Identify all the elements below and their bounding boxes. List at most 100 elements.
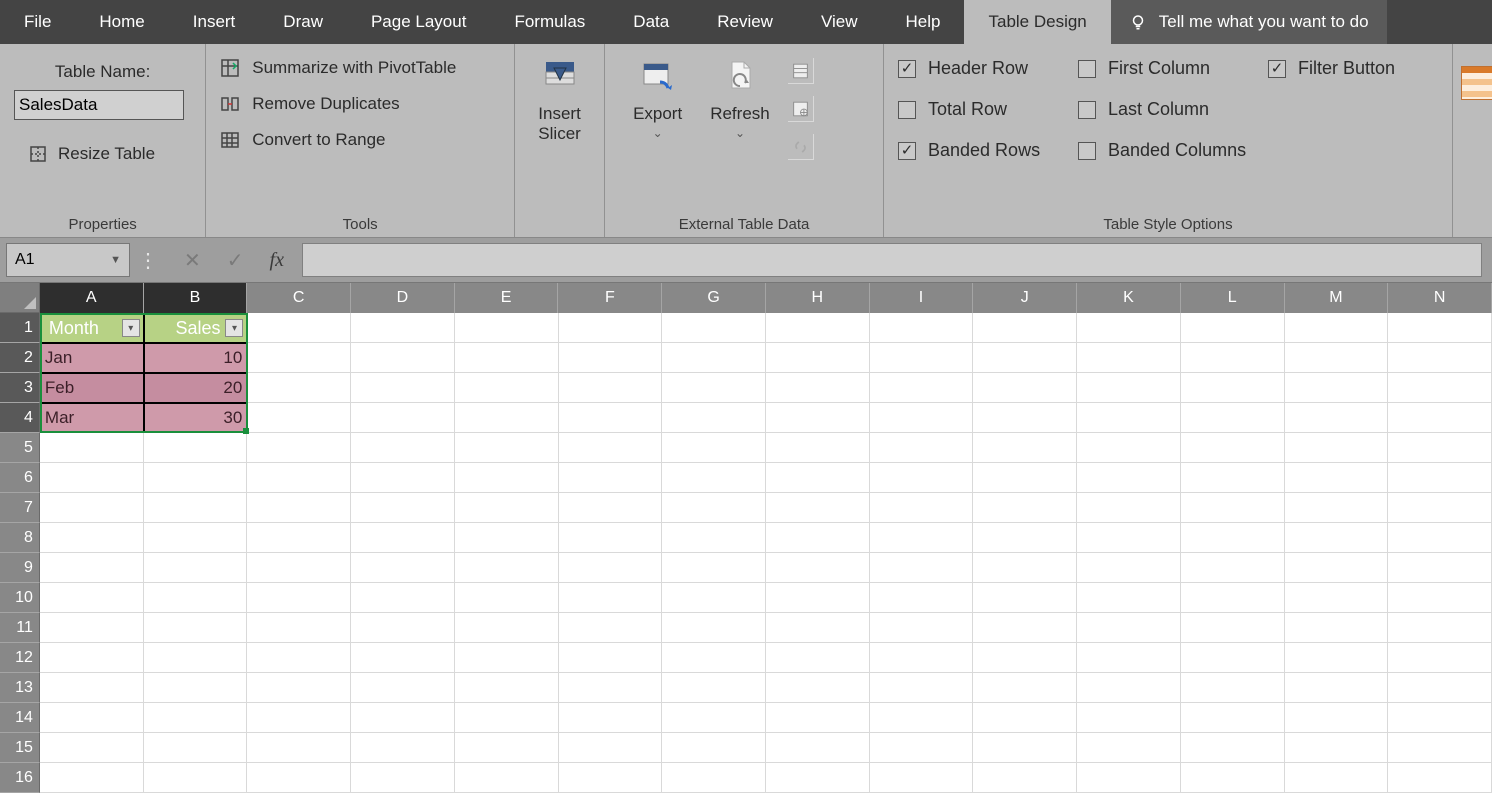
cell[interactable] xyxy=(973,703,1077,733)
col-F[interactable]: F xyxy=(558,283,662,313)
cell[interactable] xyxy=(973,313,1077,343)
cell[interactable]: 30 xyxy=(144,403,248,433)
cell[interactable]: Mar xyxy=(40,403,144,433)
cell[interactable] xyxy=(247,463,351,493)
cell[interactable] xyxy=(973,553,1077,583)
cell[interactable] xyxy=(1388,733,1492,763)
cell[interactable] xyxy=(1181,583,1285,613)
cell[interactable] xyxy=(351,553,455,583)
cell[interactable] xyxy=(766,403,870,433)
cell[interactable] xyxy=(1077,763,1181,793)
cell[interactable] xyxy=(766,523,870,553)
cell[interactable] xyxy=(766,463,870,493)
cell[interactable] xyxy=(559,463,663,493)
cell[interactable] xyxy=(766,553,870,583)
cell[interactable] xyxy=(973,433,1077,463)
cell[interactable] xyxy=(351,583,455,613)
cell[interactable] xyxy=(455,493,559,523)
cell[interactable] xyxy=(1181,703,1285,733)
cell[interactable]: Month xyxy=(40,313,144,343)
cell[interactable] xyxy=(40,493,144,523)
col-E[interactable]: E xyxy=(455,283,559,313)
cell[interactable] xyxy=(766,433,870,463)
cell[interactable] xyxy=(973,523,1077,553)
col-G[interactable]: G xyxy=(662,283,766,313)
col-K[interactable]: K xyxy=(1077,283,1181,313)
cell[interactable] xyxy=(1388,523,1492,553)
cell[interactable] xyxy=(351,373,455,403)
cell[interactable] xyxy=(351,313,455,343)
insert-slicer-button[interactable]: InsertSlicer xyxy=(529,52,590,145)
table-style-thumbnail[interactable] xyxy=(1461,66,1492,100)
cell[interactable] xyxy=(662,733,766,763)
cell[interactable] xyxy=(662,373,766,403)
properties-icon-button[interactable] xyxy=(788,58,814,84)
cell[interactable] xyxy=(1181,463,1285,493)
tab-home[interactable]: Home xyxy=(75,0,168,44)
cell[interactable] xyxy=(973,343,1077,373)
cell[interactable] xyxy=(870,583,974,613)
filter-dropdown-icon[interactable] xyxy=(122,319,140,337)
cell[interactable] xyxy=(662,763,766,793)
cell[interactable] xyxy=(973,763,1077,793)
cell[interactable] xyxy=(351,733,455,763)
cell[interactable] xyxy=(40,553,144,583)
cell[interactable] xyxy=(870,433,974,463)
cell[interactable] xyxy=(1388,703,1492,733)
cell[interactable] xyxy=(1077,613,1181,643)
cell[interactable] xyxy=(973,373,1077,403)
row-11[interactable]: 11 xyxy=(0,613,40,643)
cell[interactable] xyxy=(870,343,974,373)
name-box[interactable]: A1 ▼ xyxy=(6,243,130,277)
cell[interactable] xyxy=(559,553,663,583)
cell[interactable] xyxy=(1388,583,1492,613)
cell[interactable] xyxy=(1388,463,1492,493)
cell[interactable] xyxy=(40,613,144,643)
cell[interactable] xyxy=(870,553,974,583)
open-in-browser-icon-button[interactable] xyxy=(788,96,814,122)
cell[interactable] xyxy=(766,763,870,793)
refresh-button[interactable]: Refresh ⌄ xyxy=(696,52,784,140)
row-10[interactable]: 10 xyxy=(0,583,40,613)
cell[interactable]: 10 xyxy=(144,343,248,373)
cell[interactable] xyxy=(247,613,351,643)
cell[interactable] xyxy=(662,673,766,703)
cell[interactable] xyxy=(1285,373,1389,403)
chk-filter-button[interactable]: Filter Button xyxy=(1268,58,1438,79)
cell[interactable] xyxy=(973,403,1077,433)
cell[interactable] xyxy=(455,733,559,763)
cell[interactable] xyxy=(1285,643,1389,673)
cell[interactable] xyxy=(1077,583,1181,613)
name-box-menu[interactable]: ⋮ xyxy=(130,248,166,273)
cell[interactable] xyxy=(1077,733,1181,763)
cell[interactable] xyxy=(1181,763,1285,793)
cell[interactable] xyxy=(870,523,974,553)
cell[interactable] xyxy=(973,463,1077,493)
cell[interactable] xyxy=(40,643,144,673)
cell[interactable]: Sales xyxy=(144,313,248,343)
cell[interactable] xyxy=(870,313,974,343)
cell[interactable] xyxy=(455,553,559,583)
cell[interactable] xyxy=(247,733,351,763)
cell[interactable] xyxy=(1285,673,1389,703)
cell[interactable] xyxy=(247,643,351,673)
cell[interactable] xyxy=(247,403,351,433)
accept-edit-icon[interactable]: ✓ xyxy=(227,248,244,273)
cell[interactable] xyxy=(1181,373,1285,403)
cell[interactable] xyxy=(1181,343,1285,373)
cell[interactable] xyxy=(40,433,144,463)
cell[interactable] xyxy=(559,763,663,793)
cell[interactable] xyxy=(1285,523,1389,553)
cell[interactable] xyxy=(144,553,248,583)
cell[interactable] xyxy=(1077,463,1181,493)
tab-formulas[interactable]: Formulas xyxy=(490,0,609,44)
cell[interactable] xyxy=(351,433,455,463)
col-M[interactable]: M xyxy=(1285,283,1389,313)
cell[interactable] xyxy=(1181,523,1285,553)
cell[interactable] xyxy=(351,613,455,643)
cell[interactable] xyxy=(1181,403,1285,433)
cell[interactable] xyxy=(351,463,455,493)
cell[interactable] xyxy=(40,703,144,733)
col-L[interactable]: L xyxy=(1181,283,1285,313)
row-13[interactable]: 13 xyxy=(0,673,40,703)
